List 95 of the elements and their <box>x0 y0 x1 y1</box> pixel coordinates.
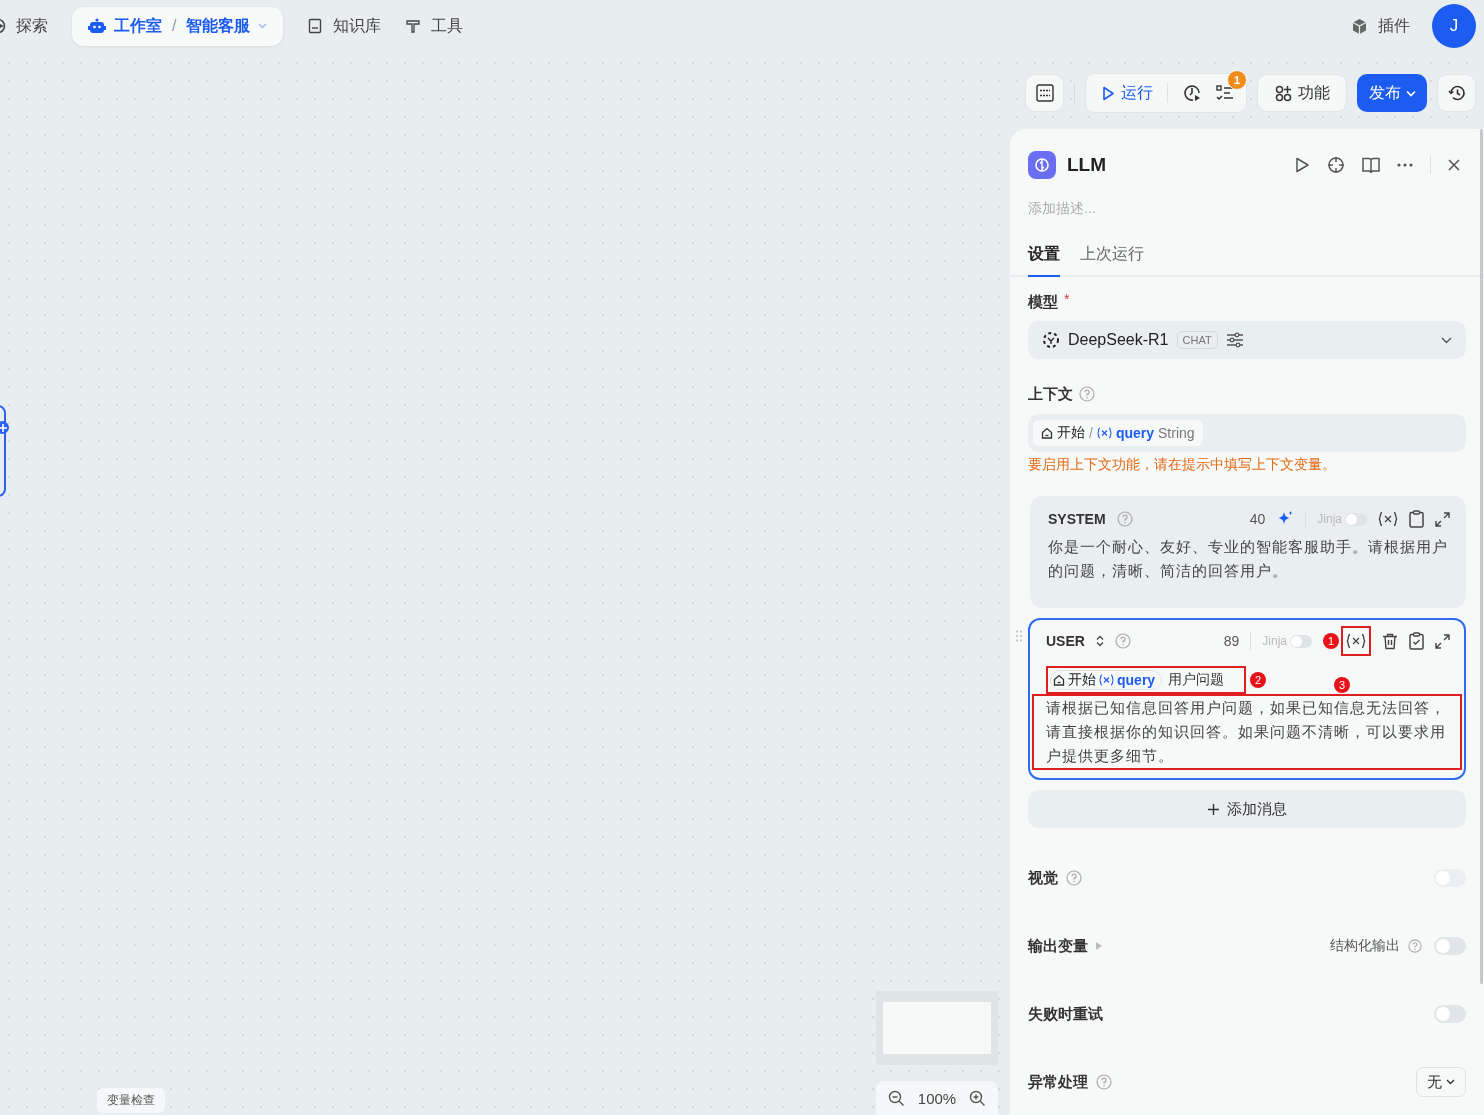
setting-label: 异常处理 <box>1028 1072 1088 1092</box>
features-button[interactable]: 功能 <box>1257 74 1347 112</box>
zoom-out-icon[interactable] <box>888 1089 905 1107</box>
node-name: 开始 <box>1068 671 1096 689</box>
tab[interactable]: 上次运行 <box>1080 244 1144 277</box>
character-count: 40 <box>1249 511 1266 527</box>
variable-icon[interactable] <box>1378 511 1398 527</box>
version-history-button[interactable] <box>1437 74 1476 112</box>
chevron-down-icon <box>1446 1079 1455 1085</box>
history-icon <box>1447 84 1466 102</box>
plugins-link[interactable]: 插件 <box>1351 15 1410 37</box>
model-name: DeepSeek-R1 <box>1068 331 1169 349</box>
shapes-icon <box>1274 84 1292 102</box>
node-name: 开始 <box>1057 424 1085 442</box>
run-button[interactable]: 运行 <box>1102 82 1153 104</box>
env-icon <box>1034 84 1055 102</box>
tab[interactable]: 设置 <box>1028 244 1060 277</box>
llm-node-icon <box>1028 151 1056 179</box>
field-label: 上下文 <box>1028 384 1073 404</box>
nav-link[interactable]: 知识库 <box>307 15 382 37</box>
annotation-number: 1 <box>1323 633 1339 649</box>
variable-icon <box>1099 674 1114 686</box>
annotation-number: 3 <box>1334 677 1350 693</box>
context-warning: 要启用上下文功能，请在提示中填写上下文变量。 <box>1028 456 1337 474</box>
chevron-down-icon <box>1441 336 1452 344</box>
toggle-switch[interactable] <box>1434 1005 1466 1023</box>
compass-icon <box>0 18 6 34</box>
drag-handle-icon[interactable] <box>1016 630 1022 642</box>
variable-check-button[interactable]: 变量检查 <box>97 1088 165 1113</box>
robot-icon <box>88 18 106 34</box>
studio-link[interactable]: 工作室 <box>114 15 162 37</box>
variable-icon <box>1096 427 1112 439</box>
clipboard-icon[interactable] <box>1409 510 1424 528</box>
nav-link[interactable]: 探索 <box>0 15 48 37</box>
expand-icon[interactable] <box>1435 511 1450 527</box>
toggle-switch[interactable] <box>1434 937 1466 955</box>
variable-name: query <box>1117 672 1156 688</box>
variable-name: query <box>1115 425 1154 441</box>
prompt-text[interactable]: 你是一个耐心、友好、专业的智能客服助手。请根据用户的问题，清晰、简洁的回答用户。 <box>1048 535 1450 583</box>
error-handling-select[interactable]: 无 <box>1416 1067 1466 1097</box>
user-avatar[interactable]: J <box>1432 4 1476 48</box>
app-link[interactable]: 智能客服 <box>186 15 251 37</box>
notification-badge: 1 <box>1227 70 1247 90</box>
book-icon <box>307 18 324 34</box>
book-icon[interactable] <box>1362 157 1380 173</box>
model-select[interactable]: DeepSeek-R1 CHAT <box>1028 321 1466 359</box>
trash-icon[interactable] <box>1382 632 1398 650</box>
variable-label: 用户问题 <box>1168 671 1225 689</box>
checklist-icon[interactable] <box>1216 84 1234 102</box>
play-icon <box>1102 85 1115 101</box>
breadcrumb-separator: / <box>172 17 177 35</box>
variable-icon[interactable] <box>1346 633 1366 649</box>
add-message-button[interactable]: 添加消息 <box>1028 790 1466 828</box>
node-title: LLM <box>1067 154 1107 176</box>
tool-icon <box>405 18 422 34</box>
cube-icon <box>1351 17 1368 35</box>
description-field[interactable]: 添加描述... <box>1028 197 1466 219</box>
variable-type: String <box>1158 425 1195 441</box>
clipboard-check-icon[interactable] <box>1409 632 1424 650</box>
role-label: USER <box>1046 633 1085 649</box>
model-type-tag: CHAT <box>1176 331 1218 349</box>
model-icon <box>1042 331 1060 349</box>
variable-chip[interactable]: 开始 query <box>1050 670 1163 690</box>
sliders-icon[interactable] <box>1225 332 1244 348</box>
annotation-number: 2 <box>1250 672 1267 688</box>
jinja-toggle[interactable] <box>1290 634 1312 648</box>
play-icon[interactable] <box>1294 157 1310 173</box>
publish-button[interactable]: 发布 <box>1357 74 1427 112</box>
nav-link[interactable]: 工具 <box>405 15 464 37</box>
setting-label: 输出变量 <box>1028 936 1088 956</box>
environment-button[interactable] <box>1025 74 1064 112</box>
required-mark: * <box>1064 291 1070 307</box>
home-icon <box>1053 674 1065 686</box>
home-icon <box>1041 427 1053 439</box>
character-count: 89 <box>1223 633 1240 649</box>
context-variable-field[interactable]: 开始 / query String <box>1028 414 1466 452</box>
chevron-down-icon <box>1405 89 1416 97</box>
path-separator: / <box>1089 425 1093 441</box>
setting-label: 视觉 <box>1028 868 1058 888</box>
field-label: 模型 <box>1028 292 1058 312</box>
role-label: SYSTEM <box>1048 511 1106 527</box>
close-icon[interactable] <box>1448 159 1460 171</box>
zoom-in-icon[interactable] <box>969 1089 986 1107</box>
jinja-label: Jinja <box>1262 634 1287 648</box>
zoom-level: 100% <box>917 1089 957 1107</box>
crosshair-icon[interactable] <box>1327 156 1345 174</box>
jinja-toggle[interactable] <box>1345 512 1367 526</box>
more-icon[interactable] <box>1397 163 1413 167</box>
expand-icon[interactable] <box>1435 633 1450 649</box>
setting-label: 失败时重试 <box>1028 1004 1103 1024</box>
clock-play-icon[interactable] <box>1182 83 1202 103</box>
setting-label: 结构化输出 <box>1330 937 1400 955</box>
scrollbar[interactable] <box>1480 129 1483 984</box>
plus-icon <box>1207 803 1219 815</box>
sort-icon[interactable] <box>1095 635 1104 647</box>
